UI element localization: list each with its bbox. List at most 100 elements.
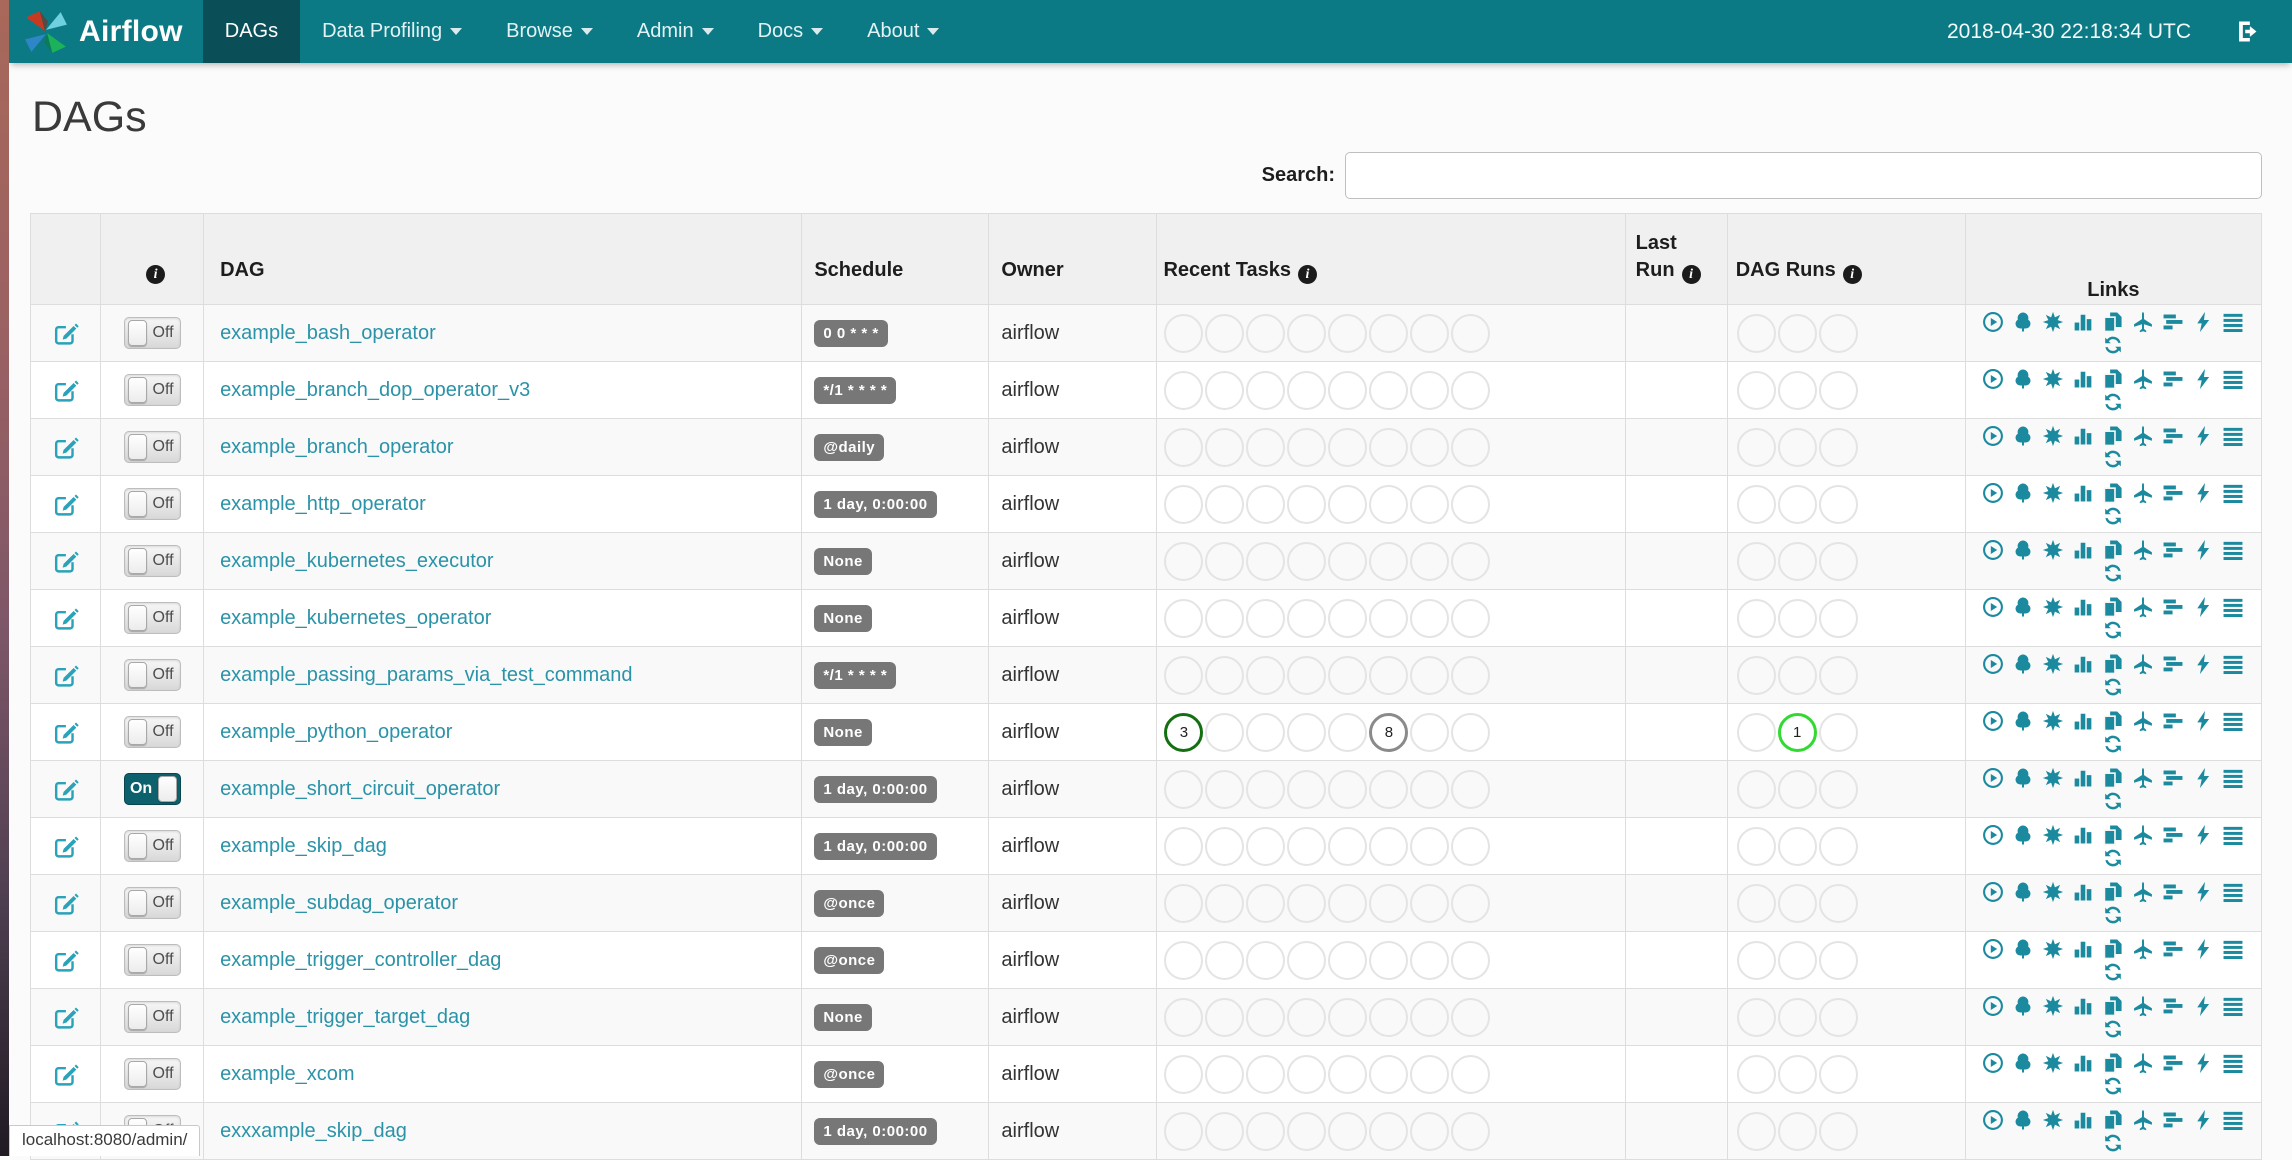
sunburst-icon[interactable] [2042,938,2064,960]
bolt-icon[interactable] [2192,653,2214,675]
bar-chart-icon[interactable] [2072,425,2094,447]
copy-icon[interactable] [2102,824,2124,846]
recent-task-circle[interactable]: 8 [1369,712,1409,752]
menu-icon[interactable] [2222,881,2244,903]
recent-task-circle[interactable] [1451,313,1491,353]
nav-item-dags[interactable]: DAGs [202,0,301,63]
copy-icon[interactable] [2102,710,2124,732]
recent-task-circle[interactable] [1164,769,1204,809]
refresh-icon[interactable] [2102,334,2124,356]
dag-pause-toggle[interactable]: Off [123,830,181,862]
recent-task-circle[interactable] [1369,427,1409,467]
sign-out-icon[interactable] [2235,18,2262,45]
dag-run-circle[interactable] [1736,427,1776,467]
gantt-icon[interactable] [2162,596,2184,618]
tree-icon[interactable] [2012,539,2034,561]
dag-run-circle[interactable] [1818,883,1858,923]
gantt-icon[interactable] [2162,1109,2184,1131]
plane-icon[interactable] [2132,881,2154,903]
dag-run-circle[interactable] [1818,427,1858,467]
plane-icon[interactable] [2132,482,2154,504]
refresh-icon[interactable] [2102,790,2124,812]
edit-dag-icon[interactable] [52,605,79,632]
dag-run-circle[interactable] [1777,370,1817,410]
bolt-icon[interactable] [2192,1052,2214,1074]
dag-link[interactable]: example_passing_params_via_test_command [220,664,632,686]
recent-task-circle[interactable] [1451,598,1491,638]
plane-icon[interactable] [2132,311,2154,333]
dag-run-circle[interactable] [1818,484,1858,524]
tree-icon[interactable] [2012,482,2034,504]
menu-icon[interactable] [2222,596,2244,618]
gantt-icon[interactable] [2162,539,2184,561]
dag-link[interactable]: example_trigger_controller_dag [220,949,501,971]
tree-icon[interactable] [2012,824,2034,846]
dag-run-circle[interactable] [1736,769,1776,809]
recent-task-circle[interactable] [1287,940,1327,980]
dag-run-circle[interactable] [1777,997,1817,1037]
dag-link[interactable]: example_trigger_target_dag [220,1006,470,1028]
tree-icon[interactable] [2012,1052,2034,1074]
recent-task-circle[interactable] [1287,313,1327,353]
recent-task-circle[interactable] [1164,1054,1204,1094]
recent-task-circle[interactable] [1369,655,1409,695]
schedule-badge[interactable]: @once [814,1060,885,1088]
sunburst-icon[interactable] [2042,881,2064,903]
recent-task-circle[interactable] [1246,655,1286,695]
dag-link[interactable]: example_subdag_operator [220,892,458,914]
recent-task-circle[interactable] [1451,655,1491,695]
menu-icon[interactable] [2222,1109,2244,1131]
bar-chart-icon[interactable] [2072,1052,2094,1074]
dag-link[interactable]: example_kubernetes_executor [220,550,494,572]
gantt-icon[interactable] [2162,425,2184,447]
recent-task-circle[interactable] [1164,313,1204,353]
nav-item-docs[interactable]: Docs [736,0,846,63]
recent-task-circle[interactable] [1246,598,1286,638]
recent-task-circle[interactable] [1287,826,1327,866]
menu-icon[interactable] [2222,311,2244,333]
play-circle-icon[interactable] [1982,368,2004,390]
bolt-icon[interactable] [2192,596,2214,618]
recent-task-circle[interactable] [1287,712,1327,752]
tree-icon[interactable] [2012,653,2034,675]
recent-task-circle[interactable] [1164,655,1204,695]
sunburst-icon[interactable] [2042,311,2064,333]
recent-task-circle[interactable] [1246,427,1286,467]
plane-icon[interactable] [2132,596,2154,618]
copy-icon[interactable] [2102,653,2124,675]
dag-run-circle[interactable] [1736,1054,1776,1094]
sunburst-icon[interactable] [2042,767,2064,789]
recent-task-circle[interactable] [1328,997,1368,1037]
recent-task-circle[interactable] [1410,940,1450,980]
recent-task-circle[interactable] [1246,370,1286,410]
copy-icon[interactable] [2102,1109,2124,1131]
recent-task-circle[interactable] [1164,427,1204,467]
dag-run-circle[interactable] [1777,1111,1817,1151]
recent-task-circle[interactable] [1328,598,1368,638]
gantt-icon[interactable] [2162,710,2184,732]
bar-chart-icon[interactable] [2072,653,2094,675]
plane-icon[interactable] [2132,824,2154,846]
recent-task-circle[interactable] [1369,1111,1409,1151]
bar-chart-icon[interactable] [2072,824,2094,846]
plane-icon[interactable] [2132,1052,2154,1074]
dag-pause-toggle[interactable]: Off [123,545,181,577]
recent-task-circle[interactable] [1164,598,1204,638]
refresh-icon[interactable] [2102,1018,2124,1040]
dag-run-circle[interactable] [1818,712,1858,752]
recent-task-circle[interactable] [1328,313,1368,353]
play-circle-icon[interactable] [1982,710,2004,732]
dag-run-circle[interactable] [1777,427,1817,467]
recent-task-circle[interactable] [1451,712,1491,752]
dag-run-circle[interactable] [1736,940,1776,980]
dag-pause-toggle[interactable]: Off [123,716,181,748]
recent-task-circle[interactable] [1205,541,1245,581]
recent-task-circle[interactable] [1410,1054,1450,1094]
gantt-icon[interactable] [2162,881,2184,903]
plane-icon[interactable] [2132,767,2154,789]
recent-task-circle[interactable] [1369,883,1409,923]
recent-task-circle[interactable] [1328,370,1368,410]
copy-icon[interactable] [2102,938,2124,960]
recent-task-circle[interactable] [1205,427,1245,467]
menu-icon[interactable] [2222,995,2244,1017]
